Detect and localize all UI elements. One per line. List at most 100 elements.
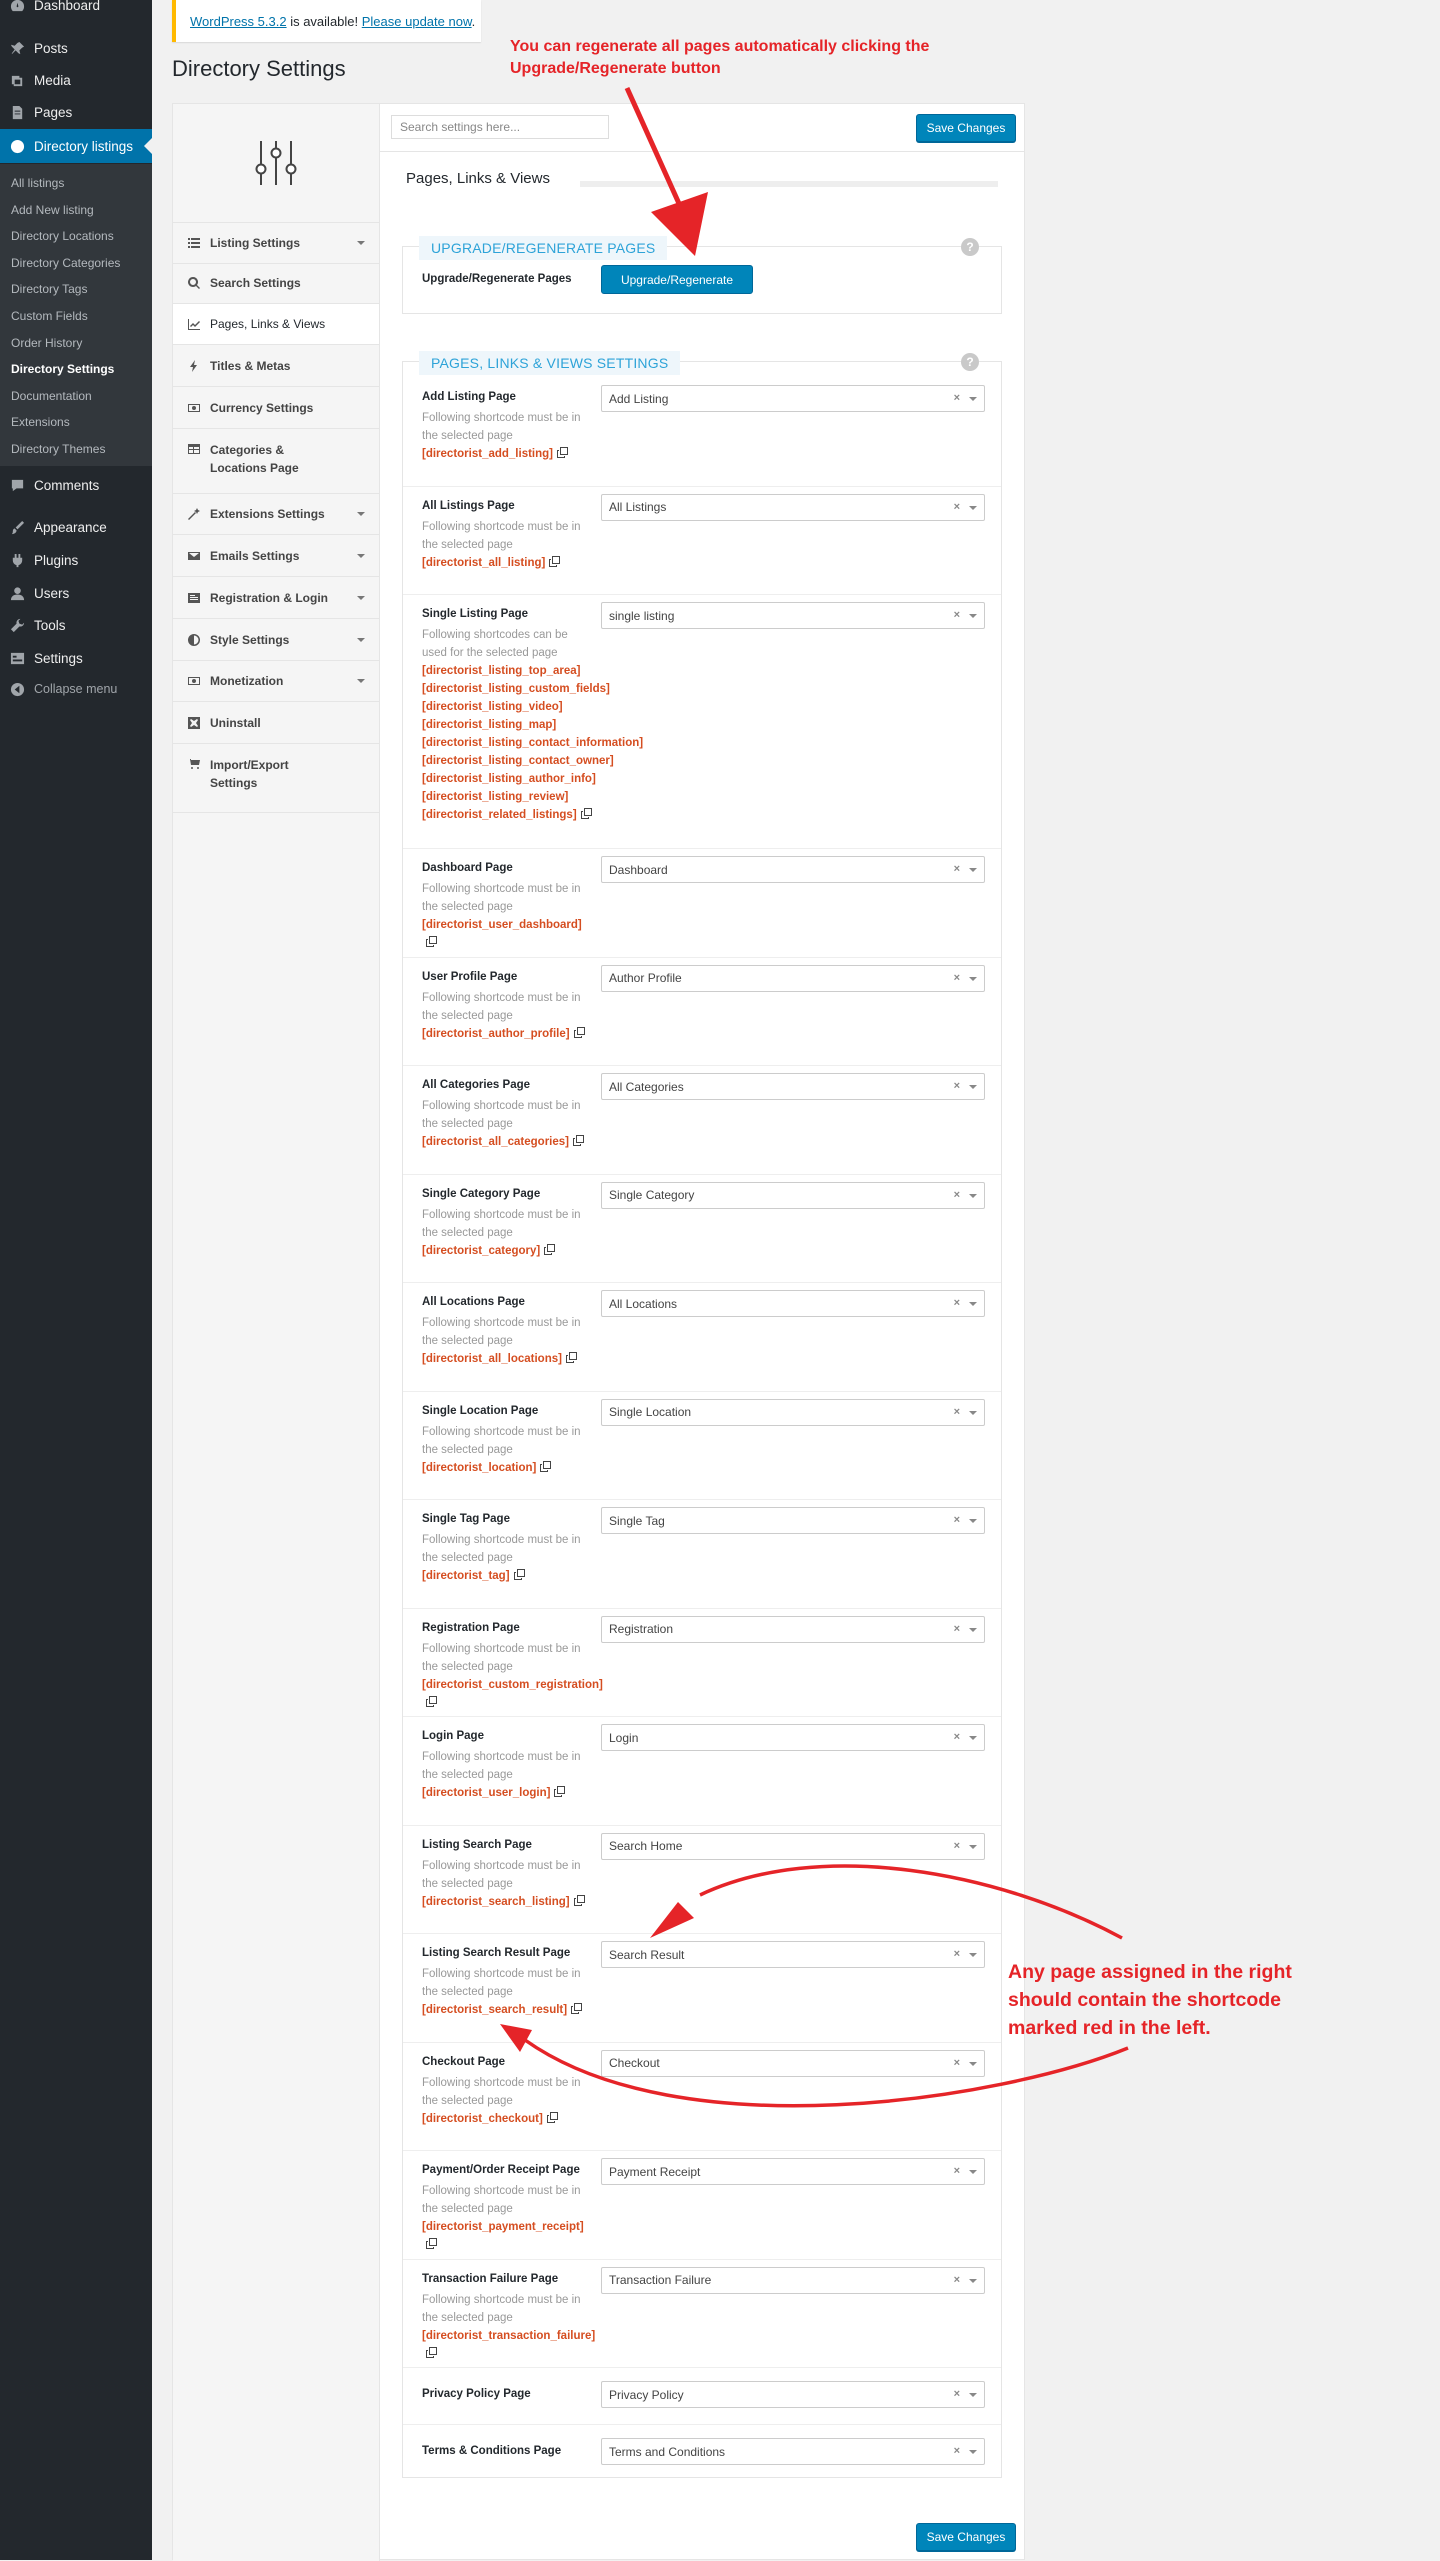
nav-currency-settings[interactable]: Currency Settings xyxy=(173,387,379,429)
copy-icon[interactable] xyxy=(426,2346,437,2358)
copy-icon[interactable] xyxy=(544,1243,556,1255)
clear-icon[interactable]: × xyxy=(954,392,960,404)
chevron-down-icon[interactable] xyxy=(969,1627,977,1632)
chevron-down-icon[interactable] xyxy=(969,1085,977,1089)
chevron-down-icon[interactable] xyxy=(969,1193,977,1198)
clear-icon[interactable]: × xyxy=(954,2445,960,2457)
copy-icon[interactable] xyxy=(549,555,561,567)
nav-titles-metas[interactable]: Titles & Metas xyxy=(173,345,379,387)
nav-monetization[interactable]: Monetization xyxy=(173,661,379,702)
clear-icon[interactable]: × xyxy=(954,1406,960,1418)
clear-icon[interactable]: × xyxy=(954,2057,960,2069)
clear-icon[interactable]: × xyxy=(954,2274,960,2286)
save-changes-button[interactable]: Save Changes xyxy=(916,114,1016,142)
nav-extensions-settings[interactable]: Extensions Settings xyxy=(173,494,379,535)
copy-icon[interactable] xyxy=(557,446,568,458)
chevron-down-icon[interactable] xyxy=(969,614,977,618)
chevron-down-icon[interactable] xyxy=(969,2450,977,2454)
save-changes-button-bottom[interactable]: Save Changes xyxy=(916,2523,1016,2551)
nav-uninstall[interactable]: Uninstall xyxy=(173,702,379,744)
chevron-down-icon[interactable] xyxy=(969,1953,977,1957)
submenu-item-extensions[interactable]: Extensions xyxy=(11,409,70,435)
nav-pages-links-views[interactable]: Pages, Links & Views xyxy=(173,304,379,345)
copy-icon[interactable] xyxy=(565,1351,577,1363)
copy-icon[interactable] xyxy=(573,1134,585,1146)
submenu-item-directory-tags[interactable]: Directory Tags xyxy=(11,276,87,302)
page-select[interactable]: Author Profile × xyxy=(601,964,985,992)
nav-search-settings[interactable]: Search Settings xyxy=(173,262,379,304)
copy-icon[interactable] xyxy=(571,2002,583,2014)
chevron-down-icon[interactable] xyxy=(969,1844,977,1849)
chevron-down-icon[interactable] xyxy=(969,1302,977,1306)
chevron-down-icon[interactable] xyxy=(969,2393,977,2397)
clear-icon[interactable]: × xyxy=(954,609,960,621)
menu-item-plugins[interactable]: Plugins xyxy=(0,545,152,575)
clear-icon[interactable]: × xyxy=(954,1623,960,1635)
nav-categories-locations-page[interactable]: Categories & Locations Page xyxy=(173,429,379,494)
chevron-down-icon[interactable] xyxy=(969,1519,977,1523)
copy-icon[interactable] xyxy=(513,1568,525,1580)
clear-icon[interactable]: × xyxy=(954,1189,960,1201)
copy-icon[interactable] xyxy=(554,1785,566,1797)
chevron-down-icon[interactable] xyxy=(969,1736,977,1740)
submenu-item-documentation[interactable]: Documentation xyxy=(11,383,92,409)
clear-icon[interactable]: × xyxy=(954,972,960,984)
copy-icon[interactable] xyxy=(426,2237,437,2249)
chevron-down-icon[interactable] xyxy=(969,2170,977,2174)
page-select[interactable]: Checkout × xyxy=(601,2049,985,2077)
page-select[interactable]: Single Category × xyxy=(601,1181,985,1209)
clear-icon[interactable]: × xyxy=(954,1731,960,1743)
help-icon[interactable]: ? xyxy=(961,353,979,371)
copy-icon[interactable] xyxy=(426,1695,437,1707)
clear-icon[interactable]: × xyxy=(954,1948,960,1960)
chevron-down-icon[interactable] xyxy=(969,868,977,872)
clear-icon[interactable]: × xyxy=(954,2165,960,2177)
page-select[interactable]: Terms and Conditions × xyxy=(601,2438,985,2465)
collapse-menu-button[interactable]: Collapse menu xyxy=(0,674,152,704)
page-select[interactable]: All Listings × xyxy=(601,493,985,521)
chevron-down-icon[interactable] xyxy=(969,2278,977,2283)
submenu-item-all-listings[interactable]: All listings xyxy=(11,170,64,196)
submenu-item-directory-categories[interactable]: Directory Categories xyxy=(11,250,120,276)
clear-icon[interactable]: × xyxy=(954,863,960,875)
chevron-down-icon[interactable] xyxy=(969,2061,977,2066)
chevron-down-icon[interactable] xyxy=(969,397,977,401)
menu-item-posts[interactable]: Posts xyxy=(0,33,152,63)
submenu-item-add-new-listing[interactable]: Add New listing xyxy=(11,197,94,223)
nav-import-export-settings[interactable]: Import/Export Settings xyxy=(173,744,379,813)
menu-item-dashboard[interactable]: Dashboard xyxy=(0,0,152,20)
nav-emails-settings[interactable]: Emails Settings xyxy=(173,535,379,577)
menu-item-media[interactable]: Media xyxy=(0,65,152,95)
copy-icon[interactable] xyxy=(546,2111,558,2123)
clear-icon[interactable]: × xyxy=(954,1297,960,1309)
page-select[interactable]: Single Location × xyxy=(601,1398,985,1426)
page-select[interactable]: Transaction Failure × xyxy=(601,2266,985,2294)
page-select[interactable]: Add Listing × xyxy=(601,385,985,412)
copy-icon[interactable] xyxy=(573,1894,585,1906)
page-select[interactable]: Search Result × xyxy=(601,1941,985,1968)
copy-icon[interactable] xyxy=(540,1460,552,1472)
submenu-item-order-history[interactable]: Order History xyxy=(11,330,82,356)
search-settings-input[interactable] xyxy=(391,115,609,139)
chevron-down-icon[interactable] xyxy=(969,1410,977,1415)
clear-icon[interactable]: × xyxy=(954,1080,960,1092)
submenu-item-directory-themes[interactable]: Directory Themes xyxy=(11,436,105,462)
page-select[interactable]: Dashboard × xyxy=(601,856,985,883)
page-select[interactable]: Single Tag × xyxy=(601,1507,985,1534)
clear-icon[interactable]: × xyxy=(954,1840,960,1852)
menu-item-settings[interactable]: Settings xyxy=(0,643,152,673)
copy-icon[interactable] xyxy=(426,935,437,947)
menu-item-users[interactable]: Users xyxy=(0,578,152,608)
menu-item-tools[interactable]: Tools xyxy=(0,610,152,640)
page-select[interactable]: single listing × xyxy=(601,602,985,629)
page-select[interactable]: All Categories × xyxy=(601,1073,985,1100)
copy-icon[interactable] xyxy=(580,807,592,819)
update-now-link[interactable]: Please update now xyxy=(362,14,472,29)
clear-icon[interactable]: × xyxy=(954,2388,960,2400)
upgrade-regenerate-button[interactable]: Upgrade/Regenerate xyxy=(601,265,753,294)
clear-icon[interactable]: × xyxy=(954,501,960,513)
chevron-down-icon[interactable] xyxy=(969,505,977,510)
nav-listing-settings[interactable]: Listing Settings xyxy=(173,222,379,264)
nav-registration-login[interactable]: Registration & Login xyxy=(173,577,379,619)
chevron-down-icon[interactable] xyxy=(969,976,977,981)
